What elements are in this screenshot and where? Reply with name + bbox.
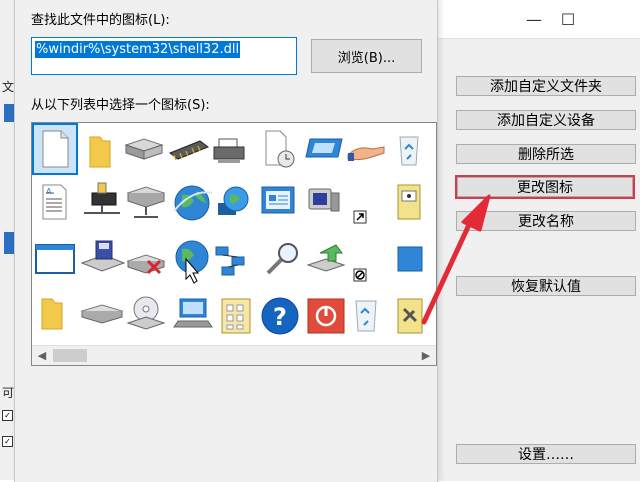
- globe-cursor-icon[interactable]: [175, 240, 209, 284]
- memory-chip-icon[interactable]: [168, 140, 210, 161]
- change-icon-button[interactable]: 更改图标: [455, 175, 635, 199]
- blue-square-icon[interactable]: [397, 246, 423, 272]
- flat-drive-icon[interactable]: [80, 304, 124, 324]
- help-icon[interactable]: ?: [261, 297, 299, 335]
- shortcut-arrow-icon[interactable]: [353, 210, 367, 224]
- select-icon-label: 从以下列表中选择一个图标(S):: [31, 98, 210, 113]
- globe-monitor-icon[interactable]: [218, 186, 249, 215]
- icon-file-path-value: %windir%\system32\shell32.dll: [35, 41, 241, 58]
- clock-file-icon[interactable]: [265, 130, 295, 168]
- folder-icon[interactable]: [89, 136, 111, 168]
- monitor-icon[interactable]: [308, 188, 340, 212]
- change-icon-dialog: 查找此文件中的图标(L): %windir%\system32\shell32.…: [14, 0, 438, 482]
- green-arrow-drive-icon[interactable]: [306, 244, 346, 272]
- maximize-icon: ☐: [560, 9, 576, 29]
- laptop-monitor-icon[interactable]: [173, 298, 213, 328]
- add-custom-folder-button[interactable]: 添加自定义文件夹: [456, 76, 636, 96]
- yellow-folder-icon[interactable]: [41, 298, 63, 330]
- recycle-bin-empty-icon[interactable]: [355, 300, 377, 332]
- minimize-icon: —: [526, 9, 542, 29]
- no-entry-icon[interactable]: [353, 268, 367, 282]
- hand-share-icon[interactable]: [347, 146, 385, 161]
- disconnected-drive-icon[interactable]: [126, 254, 166, 275]
- tool-cabinet-icon[interactable]: [397, 298, 423, 334]
- delete-selected-button[interactable]: 删除所选: [456, 144, 636, 164]
- strip-checkbox-2[interactable]: ✓: [2, 436, 13, 447]
- hard-drive-icon[interactable]: [124, 138, 164, 160]
- browse-button[interactable]: 浏览(B)...: [311, 39, 422, 73]
- application-window-icon[interactable]: [35, 244, 75, 274]
- calculator-icon[interactable]: [221, 298, 251, 334]
- add-custom-device-button[interactable]: 添加自定义设备: [456, 110, 636, 130]
- strip-label: 文: [2, 80, 15, 94]
- strip-label-2: 可: [2, 386, 15, 400]
- strip-checkbox[interactable]: ✓: [2, 410, 13, 421]
- strip-selection: [4, 104, 14, 122]
- network-icon[interactable]: [215, 246, 245, 276]
- file-cabinet-icon[interactable]: [397, 184, 421, 220]
- restore-defaults-button[interactable]: 恢复默认值: [456, 276, 636, 296]
- globe-icon[interactable]: [173, 185, 213, 221]
- svg-text:A: A: [46, 187, 52, 196]
- svg-text:?: ?: [273, 303, 287, 331]
- network-monitor-icon[interactable]: [305, 138, 343, 158]
- printer-icon[interactable]: [213, 138, 245, 163]
- blank-file-icon[interactable]: [32, 123, 78, 175]
- icon-grid: A ?: [32, 123, 423, 335]
- search-icon[interactable]: [266, 243, 298, 275]
- horizontal-scrollbar[interactable]: ◀ ▶: [32, 345, 436, 365]
- action-panel: [436, 38, 640, 481]
- scroll-right-icon[interactable]: ▶: [418, 348, 434, 363]
- floppy-drive-icon[interactable]: [80, 240, 126, 272]
- scroll-left-icon[interactable]: ◀: [34, 348, 50, 363]
- icon-list[interactable]: A ? ◀ ▶: [31, 122, 437, 366]
- settings-button[interactable]: 设置……: [456, 444, 636, 464]
- title-bar: — ☐: [436, 0, 640, 38]
- network-drive-icon[interactable]: [84, 182, 120, 214]
- background-left-strip: 文 可 ✓ ✓: [0, 0, 14, 480]
- network-server-icon[interactable]: [126, 186, 166, 218]
- icon-file-path-input[interactable]: %windir%\system32\shell32.dll: [31, 37, 297, 75]
- cd-drive-icon[interactable]: [126, 296, 166, 330]
- find-icons-label: 查找此文件中的图标(L):: [31, 13, 170, 28]
- change-name-button[interactable]: 更改名称: [456, 211, 636, 231]
- maximize-button[interactable]: ☐: [545, 6, 591, 32]
- text-document-icon[interactable]: A: [42, 184, 67, 220]
- strip-selection-2: [4, 232, 14, 254]
- scroll-thumb[interactable]: [53, 349, 87, 362]
- recycle-bin-icon[interactable]: [399, 136, 419, 166]
- control-panel-icon[interactable]: [261, 186, 295, 214]
- power-icon[interactable]: [307, 298, 345, 334]
